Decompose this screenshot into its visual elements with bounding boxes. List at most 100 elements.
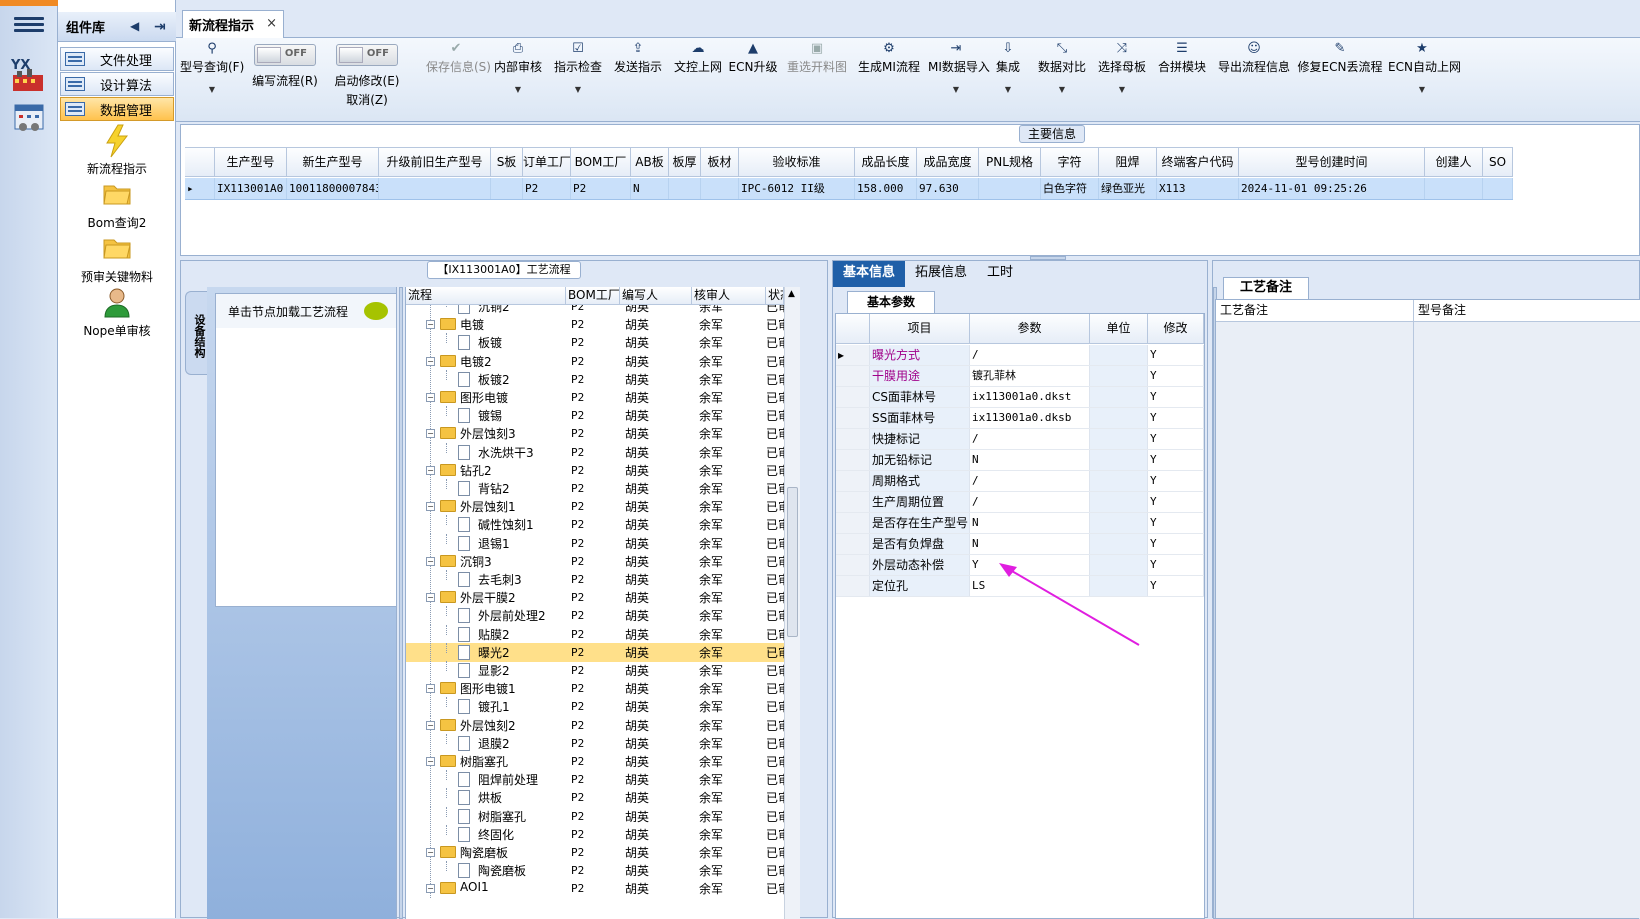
param-row[interactable]: 是否存在生产型号 N Y (836, 513, 1204, 534)
table-cell[interactable] (491, 178, 523, 199)
factory-logo-icon[interactable]: YX (8, 54, 50, 96)
tree-row[interactable]: 板镀P2胡英余军已审核 (406, 333, 784, 353)
tab-work-hours[interactable]: 工时 (977, 261, 1023, 287)
vertical-splitter[interactable] (399, 287, 403, 919)
column-header[interactable]: S板 (491, 148, 523, 176)
pin-icon[interactable]: ⇥ (154, 19, 166, 35)
tree-row[interactable]: 水洗烘干3P2胡英余军已审核 (406, 442, 784, 462)
column-header[interactable]: 升级前旧生产型号 (379, 148, 491, 176)
tree-row[interactable]: −图形电镀1P2胡英余军已审核 (406, 679, 784, 699)
collapse-node-icon[interactable]: − (426, 320, 435, 330)
param-row[interactable]: ▸ 曝光方式 / Y (836, 345, 1204, 366)
param-row[interactable]: 干膜用途 镀孔菲林 Y (836, 366, 1204, 387)
chevron-down-icon[interactable]: ▼ (180, 85, 244, 94)
tool-nope-review[interactable]: Nope单审核 (58, 286, 176, 339)
column-header[interactable]: 验收标准 (739, 148, 855, 176)
ribbon-button-11[interactable]: ⤨ 选择母板 ▼ (1094, 40, 1150, 94)
ribbon-button-0[interactable]: ✔ 保存信息(S) (426, 40, 491, 75)
model-query-button[interactable]: ⚲ 型号查询(F) ▼ (180, 40, 244, 94)
collapse-left-icon[interactable]: ◀ (130, 19, 139, 33)
node-hint-bar[interactable]: 单击节点加载工艺流程 (216, 294, 396, 328)
tab-basic-params[interactable]: 基本参数 (847, 291, 935, 313)
chevron-down-icon[interactable]: ▼ (928, 85, 984, 94)
chevron-down-icon[interactable]: ▼ (1034, 85, 1090, 94)
tree-row[interactable]: 树脂塞孔P2胡英余军已审核 (406, 806, 784, 826)
tree-row[interactable]: 阻焊前处理P2胡英余军已审核 (406, 770, 784, 790)
tree-row[interactable]: 烘板P2胡英余军已审核 (406, 788, 784, 808)
ribbon-button-15[interactable]: ★ ECN自动上网 ▼ (1388, 40, 1461, 94)
tree-row[interactable]: −外层蚀刻1P2胡英余军已审核 (406, 497, 784, 517)
model-notes-area[interactable] (1415, 322, 1640, 918)
start-modify-toggle[interactable]: OFF 启动修改(E) 取消(Z) (334, 44, 400, 108)
table-cell[interactable]: IX113001A0 (215, 178, 287, 199)
collapse-node-icon[interactable]: − (426, 502, 435, 512)
table-cell[interactable]: 158.000 (855, 178, 917, 199)
tree-row[interactable]: −树脂塞孔P2胡英余军已审核 (406, 752, 784, 771)
tree-row[interactable]: 退锡1P2胡英余军已审核 (406, 533, 784, 553)
tree-row[interactable]: −陶瓷磨板P2胡英余军已审核 (406, 843, 784, 862)
toggle-switch[interactable]: OFF (336, 44, 398, 66)
table-cell[interactable]: 10011800007843 (287, 178, 379, 199)
ribbon-button-12[interactable]: ☰ 合拼模块 (1154, 40, 1210, 75)
ribbon-button-2[interactable]: ☑ 指示检查 ▼ (550, 40, 606, 94)
ribbon-button-3[interactable]: ⇪ 发送指示 (610, 40, 666, 75)
column-header[interactable]: 成品长度 (855, 148, 917, 176)
ribbon-button-4[interactable]: ☁ 文控上网 (670, 40, 726, 75)
collapse-node-icon[interactable]: − (426, 465, 435, 475)
ribbon-button-6[interactable]: ▣ 重选开料图 (784, 40, 850, 75)
tool-bom-query2[interactable]: Bom查询2 (58, 178, 176, 231)
column-header[interactable]: 板厚 (669, 148, 701, 176)
ribbon-button-1[interactable]: ⎙ 内部审核 ▼ (490, 40, 546, 94)
column-header[interactable]: BOM工厂 (571, 148, 631, 176)
collapse-node-icon[interactable]: − (426, 429, 435, 439)
tree-row[interactable]: −钻孔2P2胡英余军已审核 (406, 460, 784, 480)
tree-row[interactable]: −外层干膜2P2胡英余军已审核 (406, 588, 784, 608)
tree-row[interactable]: 终固化P2胡英余军已审核 (406, 824, 784, 844)
column-header[interactable]: 新生产型号 (287, 148, 379, 176)
tree-row[interactable]: 板镀2P2胡英余军已审核 (406, 369, 784, 389)
collapse-node-icon[interactable]: − (426, 884, 435, 894)
table-cell[interactable]: 2024-11-01 09:25:26 (1239, 178, 1425, 199)
chevron-down-icon[interactable]: ▼ (1388, 85, 1456, 94)
ribbon-button-5[interactable]: ▲ ECN升级 (728, 40, 778, 75)
column-header[interactable]: 板材 (701, 148, 739, 176)
column-header[interactable]: 订单工厂 (523, 148, 571, 176)
toggle-switch[interactable]: OFF (254, 44, 316, 66)
tree-row[interactable]: 背钻2P2胡英余军已审核 (406, 479, 784, 498)
tab-extended-info[interactable]: 拓展信息 (905, 261, 977, 287)
table-cell[interactable]: X113 (1157, 178, 1239, 199)
lib-item-design-algorithm[interactable]: 设计算法 (60, 72, 174, 96)
hamburger-menu-icon[interactable] (14, 14, 44, 38)
side-tab-equipment[interactable]: 设备结构 (185, 291, 207, 375)
column-header[interactable]: SO (1483, 148, 1513, 176)
param-row[interactable]: 生产周期位置 / Y (836, 492, 1204, 513)
ribbon-button-13[interactable]: ☺ 导出流程信息 (1216, 40, 1292, 75)
param-row[interactable]: 周期格式 / Y (836, 471, 1204, 492)
collapse-node-icon[interactable]: − (426, 848, 435, 857)
cancel-button[interactable]: 取消(Z) (334, 91, 400, 108)
tree-row[interactable]: −电镀P2胡英余军已审核 (406, 315, 784, 335)
lib-item-data-management[interactable]: 数据管理 (60, 97, 174, 121)
tree-row[interactable]: −图形电镀P2胡英余军已审核 (406, 388, 784, 407)
table-cell[interactable]: P2 (571, 178, 631, 199)
ribbon-button-7[interactable]: ⚙ 生成MI流程 (854, 40, 924, 75)
collapse-node-icon[interactable]: − (426, 393, 435, 402)
table-cell[interactable]: P2 (523, 178, 571, 199)
param-row[interactable]: 是否有负焊盘 N Y (836, 534, 1204, 555)
chevron-down-icon[interactable]: ▼ (550, 85, 606, 94)
collapse-node-icon[interactable]: − (426, 720, 435, 730)
column-header[interactable]: 字符 (1041, 148, 1099, 176)
table-cell[interactable] (379, 178, 491, 199)
scroll-up-icon[interactable]: ▲ (788, 289, 795, 299)
tree-row[interactable]: −外层蚀刻3P2胡英余军已审核 (406, 424, 784, 444)
column-header[interactable]: 创建人 (1425, 148, 1483, 176)
tab-new-flow-instruction[interactable]: 新流程指示 × (182, 10, 284, 38)
column-header[interactable]: 终端客户代码 (1157, 148, 1239, 176)
close-tab-icon[interactable]: × (266, 16, 277, 31)
column-header[interactable]: 阻焊 (1099, 148, 1157, 176)
collapse-node-icon[interactable]: − (426, 757, 435, 766)
tree-row[interactable]: 碱性蚀刻1P2胡英余军已审核 (406, 515, 784, 535)
table-cell[interactable]: N (631, 178, 669, 199)
tree-row[interactable]: −AOI1P2胡英余军已审核 (406, 879, 784, 899)
tree-row[interactable]: 显影2P2胡英余军已审核 (406, 661, 784, 680)
